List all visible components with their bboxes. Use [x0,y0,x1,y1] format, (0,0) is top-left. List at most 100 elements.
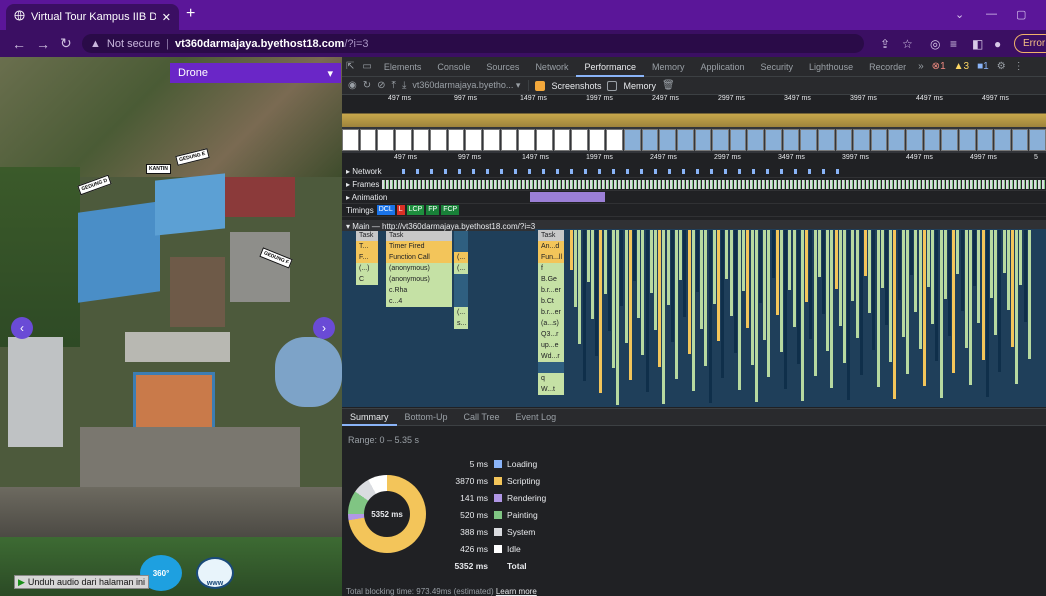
main-thread-label[interactable]: ▾ Main — http://vt360darmajaya.byethost1… [342,221,536,231]
screenshot-thumbnail[interactable] [624,129,641,151]
forward-arrow-icon[interactable]: → [36,36,50,52]
devtools-tab-memory[interactable]: Memory [644,57,693,77]
flame-entry[interactable]: (... [454,307,468,318]
flame-entry[interactable]: f [538,263,564,274]
flame-entry[interactable] [454,285,468,296]
details-tab-bottom-up[interactable]: Bottom-Up [397,408,456,426]
frames-track[interactable]: ▸ Frames [342,178,1046,191]
screenshot-thumbnail[interactable] [958,129,976,151]
reload-record-icon[interactable]: ↻ [363,80,371,91]
flame-entry[interactable]: W...t [538,384,564,395]
flame-entry[interactable]: Timer Fired [386,241,452,252]
devtools-tab-recorder[interactable]: Recorder [861,57,914,77]
screenshot-thumbnail[interactable] [588,129,606,151]
record-icon[interactable]: ◉ [348,80,357,91]
screenshot-thumbnail[interactable] [518,129,535,151]
screenshots-checkbox[interactable] [535,80,546,91]
virtual-tour-view[interactable]: GEDUNG D GEDUNG E KANTIN GEDUNG F Drone … [0,57,342,596]
device-toolbar-icon[interactable]: ▭ [358,61,375,72]
flame-entry[interactable] [454,230,468,241]
bookmark-star-icon[interactable]: ☆ [902,37,913,51]
recording-url-select[interactable]: vt360darmajaya.byetho... ▾ [412,80,530,91]
screenshot-thumbnail[interactable] [430,129,447,151]
flame-entry[interactable]: (... [454,252,468,263]
flame-entry[interactable]: C [356,274,378,285]
timing-marker-l[interactable]: L [396,205,405,215]
learn-more-link[interactable]: Learn more [496,587,537,596]
flame-entry[interactable]: Task [538,230,564,241]
devtools-tab-lighthouse[interactable]: Lighthouse [801,57,861,77]
network-track[interactable]: ▸ Network [342,165,1046,178]
timing-marker-fcp[interactable]: FCP [441,205,460,215]
screenshot-filmstrip[interactable] [342,127,1046,153]
flame-entry[interactable]: An...d [538,241,564,252]
flame-entry[interactable] [538,362,564,373]
info-badge[interactable]: ■1 [973,61,993,72]
maximize-icon[interactable]: ▢ [1016,8,1026,21]
screenshot-thumbnail[interactable] [994,129,1011,151]
devtools-tab-application[interactable]: Application [693,57,753,77]
screenshot-thumbnail[interactable] [1029,129,1046,151]
screenshot-thumbnail[interactable] [941,129,958,151]
download-audio-button[interactable]: ▶ Unduh audio dari halaman ini [14,575,150,589]
memory-checkbox[interactable] [607,80,618,91]
screenshot-thumbnail[interactable] [694,129,712,151]
screenshot-thumbnail[interactable] [571,129,588,151]
reading-list-icon[interactable]: ≡ [950,37,957,51]
timing-marker-dcl[interactable]: DCL [376,205,395,215]
minimize-icon[interactable]: — [986,8,997,20]
timing-marker-lcp[interactable]: LCP [406,205,425,215]
screenshot-thumbnail[interactable] [359,129,377,151]
screenshot-thumbnail[interactable] [782,129,800,151]
screenshot-thumbnail[interactable] [712,129,729,151]
previous-scene-icon[interactable]: ‹ [11,317,33,339]
flame-entry[interactable]: Task [386,230,452,241]
flame-entry[interactable]: c.Rha [386,285,452,296]
screenshot-thumbnail[interactable] [641,129,659,151]
flame-entry[interactable] [454,296,468,307]
next-scene-icon[interactable]: › [313,317,335,339]
flame-entry[interactable]: b.r...er [538,307,564,318]
flame-entry[interactable]: Function Call [386,252,452,263]
tab-search-icon[interactable]: ⌄ [955,8,964,21]
browser-tab[interactable]: Virtual Tour Kampus IIB Darmaja ✕ [6,4,179,30]
screenshot-thumbnail[interactable] [535,129,553,151]
flame-entry[interactable]: B.Ge [538,274,564,285]
building-label-d[interactable]: GEDUNG D [77,174,112,196]
devtools-tab-network[interactable]: Network [527,57,576,77]
flame-entry[interactable] [454,241,468,252]
side-panel-icon[interactable]: ◧ [972,37,983,51]
frames-track-label[interactable]: ▸ Frames [342,179,380,189]
details-tab-summary[interactable]: Summary [342,408,397,426]
screenshot-thumbnail[interactable] [465,129,482,151]
kebab-menu-icon[interactable]: ⋮ [1010,61,1028,72]
more-tabs-icon[interactable]: » [914,61,928,72]
details-tab-event-log[interactable]: Event Log [508,408,565,426]
flame-entry[interactable]: b.Ct [538,296,564,307]
upload-icon[interactable]: ⤒ [392,80,396,91]
screenshot-thumbnail[interactable] [976,129,994,151]
network-track-label[interactable]: ▸ Network [342,166,382,176]
share-icon[interactable]: ⇪ [880,37,890,51]
screenshot-thumbnail[interactable] [923,129,941,151]
close-tab-icon[interactable]: ✕ [162,11,171,24]
flame-entry[interactable]: Wd...r [538,351,564,362]
devtools-tab-security[interactable]: Security [753,57,802,77]
flame-entry[interactable]: Task [356,230,378,241]
clear-icon[interactable]: ⊘ [377,80,385,91]
screenshot-thumbnail[interactable] [747,129,764,151]
garbage-collect-icon[interactable]: 🗑 [662,80,675,91]
website-globe-icon[interactable]: www [196,557,234,589]
profile-icon[interactable]: ● [994,37,1001,51]
screenshot-thumbnail[interactable] [906,129,923,151]
extension-icon[interactable]: ◎ [930,37,940,51]
screenshot-thumbnail[interactable] [483,129,500,151]
screenshot-thumbnail[interactable] [500,129,518,151]
new-tab-icon[interactable]: + [186,6,195,22]
devtools-tab-sources[interactable]: Sources [478,57,527,77]
timings-track[interactable]: Timings DCL L LCP FP FCP [342,204,1046,217]
flame-entry[interactable]: (...) [356,263,378,274]
screenshot-thumbnail[interactable] [606,129,623,151]
warnings-badge[interactable]: ▲3 [950,61,973,72]
scene-dropdown[interactable]: Drone ▾ [170,63,341,83]
